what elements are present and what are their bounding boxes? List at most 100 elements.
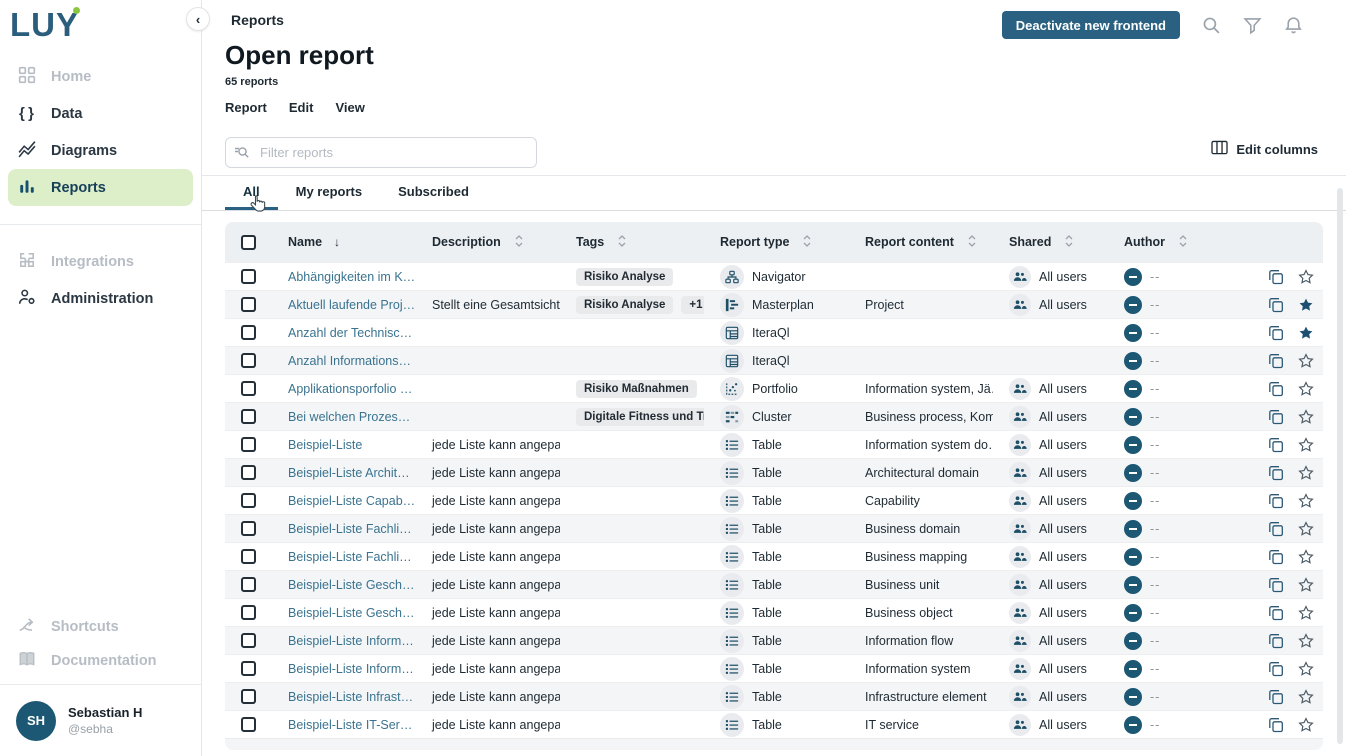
favorite-star-button[interactable] xyxy=(1298,689,1314,705)
sort-toggle-icon[interactable] xyxy=(1179,235,1187,250)
table-row[interactable]: Aktuell laufende Projek…Stellt eine Gesa… xyxy=(225,290,1323,318)
favorite-star-button[interactable] xyxy=(1298,465,1314,481)
report-name-link[interactable]: Beispiel-Liste Geschäft… xyxy=(288,578,416,592)
report-name-link[interactable]: Beispiel-Liste xyxy=(288,438,362,452)
copy-report-button[interactable] xyxy=(1268,605,1284,621)
table-row[interactable]: Beispiel-Liste Informati…jede Liste kann… xyxy=(225,626,1323,654)
favorite-star-button[interactable] xyxy=(1298,353,1314,369)
tab-all[interactable]: All xyxy=(225,176,278,210)
favorite-star-button[interactable] xyxy=(1298,269,1314,285)
sort-toggle-icon[interactable] xyxy=(803,235,811,250)
row-checkbox[interactable] xyxy=(241,325,256,340)
copy-report-button[interactable] xyxy=(1268,381,1284,397)
user-panel[interactable]: SH Sebastian H @sebha xyxy=(0,684,201,756)
row-checkbox[interactable] xyxy=(241,465,256,480)
row-checkbox[interactable] xyxy=(241,661,256,676)
copy-report-button[interactable] xyxy=(1268,325,1284,341)
table-row[interactable]: Anzahl Informationssy…IteraQl-- xyxy=(225,346,1323,374)
favorite-star-button[interactable] xyxy=(1298,381,1314,397)
table-row[interactable]: Beispiel-Liste Architekt…jede Liste kann… xyxy=(225,458,1323,486)
sidebar-item-diagrams[interactable]: Diagrams xyxy=(0,132,201,169)
report-name-link[interactable]: Bei welchen Prozessen… xyxy=(288,410,416,424)
menu-edit[interactable]: Edit xyxy=(289,100,314,115)
select-all-checkbox[interactable] xyxy=(241,235,256,250)
report-name-link[interactable]: Beispiel-Liste Informati… xyxy=(288,634,416,648)
table-row[interactable]: Beispiel-Liste Fachlich…jede Liste kann … xyxy=(225,542,1323,570)
luy-logo[interactable]: LUY xyxy=(10,6,79,46)
menu-report[interactable]: Report xyxy=(225,100,267,115)
favorite-star-filled-button[interactable] xyxy=(1298,297,1314,313)
tab-subscribed[interactable]: Subscribed xyxy=(380,176,487,210)
row-checkbox[interactable] xyxy=(241,549,256,564)
table-row[interactable]: Beispiel-Liste Infrastru…jede Liste kann… xyxy=(225,682,1323,710)
row-checkbox[interactable] xyxy=(241,269,256,284)
favorite-star-button[interactable] xyxy=(1298,437,1314,453)
table-row[interactable]: Beispiel-Liste Geschäft…jede Liste kann … xyxy=(225,570,1323,598)
menu-view[interactable]: View xyxy=(335,100,364,115)
report-name-link[interactable]: Beispiel-Liste Architekt… xyxy=(288,466,416,480)
favorite-star-button[interactable] xyxy=(1298,717,1314,733)
copy-report-button[interactable] xyxy=(1268,717,1284,733)
report-name-link[interactable]: Abhängigkeiten im Kon… xyxy=(288,270,416,284)
table-row[interactable]: Beispiel-Listejede Liste kann angepa…Tab… xyxy=(225,430,1323,458)
favorite-star-button[interactable] xyxy=(1298,605,1314,621)
table-row[interactable]: Abhängigkeiten im Kon…Risiko AnalyseNavi… xyxy=(225,262,1323,290)
row-checkbox[interactable] xyxy=(241,493,256,508)
report-name-link[interactable]: Anzahl der Technische… xyxy=(288,326,416,340)
row-checkbox[interactable] xyxy=(241,633,256,648)
report-name-link[interactable]: Anzahl Informationssy… xyxy=(288,354,416,368)
sort-toggle-icon[interactable] xyxy=(1065,235,1073,250)
favorite-star-button[interactable] xyxy=(1298,493,1314,509)
row-checkbox[interactable] xyxy=(241,437,256,452)
table-row[interactable]: Beispiel-Liste Informati…jede Liste kann… xyxy=(225,654,1323,682)
column-header-report-type[interactable]: Report type xyxy=(720,235,789,249)
row-checkbox[interactable] xyxy=(241,689,256,704)
copy-report-button[interactable] xyxy=(1268,409,1284,425)
copy-report-button[interactable] xyxy=(1268,353,1284,369)
copy-report-button[interactable] xyxy=(1268,297,1284,313)
copy-report-button[interactable] xyxy=(1268,521,1284,537)
column-header-description[interactable]: Description xyxy=(432,235,501,249)
row-checkbox[interactable] xyxy=(241,381,256,396)
favorite-star-button[interactable] xyxy=(1298,409,1314,425)
table-row[interactable]: Bei welchen Prozessen…Digitale Fitness u… xyxy=(225,402,1323,430)
filter-reports-input[interactable] xyxy=(225,137,537,168)
table-row[interactable]: Applikationsporfolio Ü…Risiko MaßnahmenP… xyxy=(225,374,1323,402)
table-row[interactable]: Beispiel-Liste Capabilityjede Liste kann… xyxy=(225,486,1323,514)
copy-report-button[interactable] xyxy=(1268,269,1284,285)
column-header-author[interactable]: Author xyxy=(1124,235,1165,249)
tab-my-reports[interactable]: My reports xyxy=(278,176,380,210)
row-checkbox[interactable] xyxy=(241,353,256,368)
sort-toggle-icon[interactable] xyxy=(618,235,626,250)
report-name-link[interactable]: Beispiel-Liste Informati… xyxy=(288,662,416,676)
edit-columns-button[interactable]: Edit columns xyxy=(1211,140,1318,158)
row-checkbox[interactable] xyxy=(241,297,256,312)
column-header-report-content[interactable]: Report content xyxy=(865,235,954,249)
favorite-star-button[interactable] xyxy=(1298,633,1314,649)
favorite-star-filled-button[interactable] xyxy=(1298,325,1314,341)
notifications-bell-icon[interactable] xyxy=(1284,16,1303,35)
favorite-star-button[interactable] xyxy=(1298,549,1314,565)
vertical-scrollbar[interactable] xyxy=(1337,188,1343,744)
table-row[interactable]: Beispiel-Liste IT-Servic…jede Liste kann… xyxy=(225,710,1323,738)
report-name-link[interactable]: Beispiel-Liste Geschäft… xyxy=(288,606,416,620)
row-checkbox[interactable] xyxy=(241,577,256,592)
filter-icon[interactable] xyxy=(1243,16,1262,35)
sidebar-item-documentation[interactable]: Documentation xyxy=(0,644,201,678)
favorite-star-button[interactable] xyxy=(1298,521,1314,537)
row-checkbox[interactable] xyxy=(241,717,256,732)
copy-report-button[interactable] xyxy=(1268,689,1284,705)
column-header-name[interactable]: Name xyxy=(288,235,322,249)
report-name-link[interactable]: Applikationsporfolio Ü… xyxy=(288,382,416,396)
favorite-star-button[interactable] xyxy=(1298,577,1314,593)
copy-report-button[interactable] xyxy=(1268,577,1284,593)
sidebar-item-reports[interactable]: Reports xyxy=(8,169,193,206)
report-name-link[interactable]: Beispiel-Liste Infrastru… xyxy=(288,690,416,704)
column-header-shared[interactable]: Shared xyxy=(1009,235,1051,249)
report-name-link[interactable]: Beispiel-Liste IT-Servic… xyxy=(288,718,416,732)
sidebar-item-administration[interactable]: Administration xyxy=(0,280,201,317)
copy-report-button[interactable] xyxy=(1268,437,1284,453)
favorite-star-button[interactable] xyxy=(1298,661,1314,677)
sort-toggle-icon[interactable] xyxy=(968,235,976,250)
deactivate-frontend-button[interactable]: Deactivate new frontend xyxy=(1002,11,1180,39)
